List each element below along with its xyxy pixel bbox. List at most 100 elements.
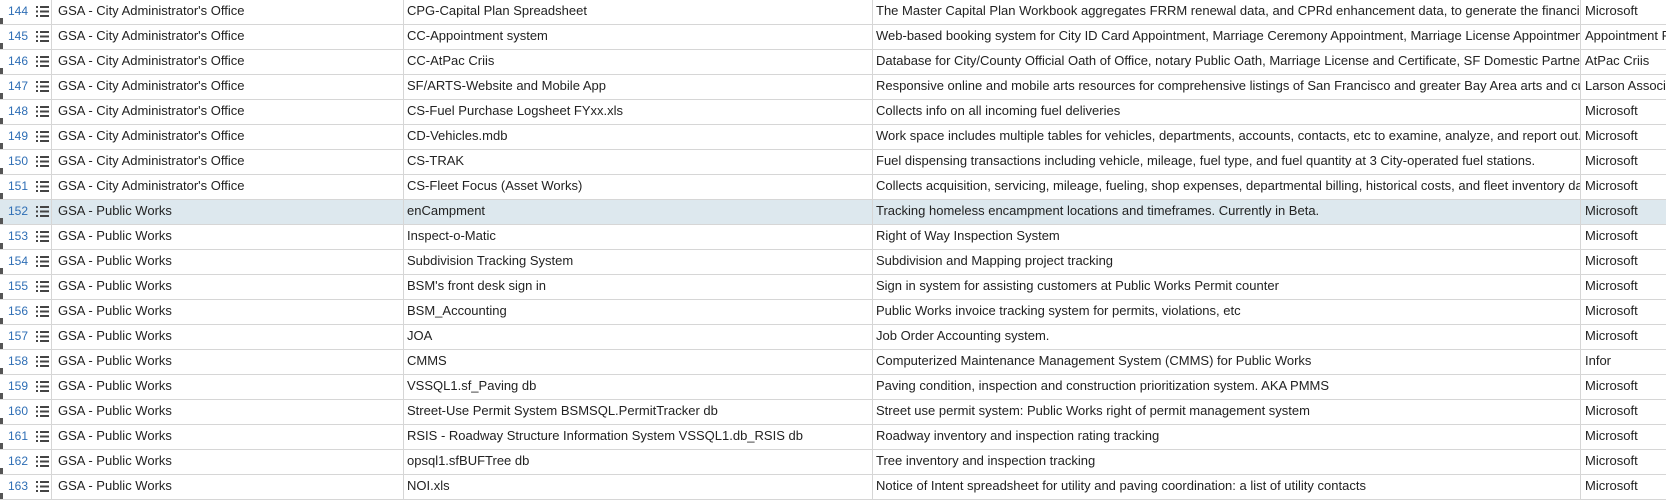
row-menu-icon[interactable] [32, 250, 52, 274]
cell-vendor[interactable]: Appointment Pr [1581, 25, 1666, 49]
cell-vendor[interactable]: AtPac Criis [1581, 50, 1666, 74]
cell-department[interactable]: GSA - City Administrator's Office [52, 100, 404, 124]
cell-vendor[interactable]: Microsoft [1581, 400, 1666, 424]
cell-system-name[interactable]: SF/ARTS-Website and Mobile App [404, 75, 873, 99]
row-menu-icon[interactable] [32, 200, 52, 224]
cell-description[interactable]: Street use permit system: Public Works r… [873, 400, 1581, 424]
row-number[interactable]: 153 [4, 225, 30, 249]
cell-vendor[interactable]: Microsoft [1581, 100, 1666, 124]
table-row[interactable]: 158 GSA - Public Works CMMS Computerized… [0, 350, 1666, 375]
cell-system-name[interactable]: enCampment [404, 200, 873, 224]
row-number[interactable]: 144 [4, 0, 30, 24]
row-menu-icon[interactable] [32, 175, 52, 199]
row-number[interactable]: 159 [4, 375, 30, 399]
cell-system-name[interactable]: NOI.xls [404, 475, 873, 499]
cell-description[interactable]: The Master Capital Plan Workbook aggrega… [873, 0, 1581, 24]
table-row[interactable]: 157 GSA - Public Works JOA Job Order Acc… [0, 325, 1666, 350]
cell-description[interactable]: Fuel dispensing transactions including v… [873, 150, 1581, 174]
cell-vendor[interactable]: Microsoft [1581, 325, 1666, 349]
table-row[interactable]: 155 GSA - Public Works BSM's front desk … [0, 275, 1666, 300]
cell-description[interactable]: Collects acquisition, servicing, mileage… [873, 175, 1581, 199]
cell-system-name[interactable]: CS-TRAK [404, 150, 873, 174]
cell-description[interactable]: Database for City/County Official Oath o… [873, 50, 1581, 74]
cell-department[interactable]: GSA - City Administrator's Office [52, 175, 404, 199]
cell-department[interactable]: GSA - City Administrator's Office [52, 0, 404, 24]
cell-department[interactable]: GSA - Public Works [52, 300, 404, 324]
row-menu-icon[interactable] [32, 450, 52, 474]
cell-department[interactable]: GSA - City Administrator's Office [52, 25, 404, 49]
cell-description[interactable]: Tracking homeless encampment locations a… [873, 200, 1581, 224]
row-menu-icon[interactable] [32, 300, 52, 324]
table-row[interactable]: 153 GSA - Public Works Inspect-o-Matic R… [0, 225, 1666, 250]
cell-department[interactable]: GSA - Public Works [52, 350, 404, 374]
table-row[interactable]: 152 GSA - Public Works enCampment Tracki… [0, 200, 1666, 225]
cell-description[interactable]: Right of Way Inspection System [873, 225, 1581, 249]
cell-vendor[interactable]: Microsoft [1581, 475, 1666, 499]
cell-system-name[interactable]: Subdivision Tracking System [404, 250, 873, 274]
cell-vendor[interactable]: Microsoft [1581, 250, 1666, 274]
row-number[interactable]: 152 [4, 200, 30, 224]
cell-department[interactable]: GSA - Public Works [52, 400, 404, 424]
table-row[interactable]: 151 GSA - City Administrator's Office CS… [0, 175, 1666, 200]
cell-system-name[interactable]: CPG-Capital Plan Spreadsheet [404, 0, 873, 24]
row-menu-icon[interactable] [32, 325, 52, 349]
row-number[interactable]: 147 [4, 75, 30, 99]
cell-description[interactable]: Job Order Accounting system. [873, 325, 1581, 349]
cell-vendor[interactable]: Larson Associa [1581, 75, 1666, 99]
cell-vendor[interactable]: Microsoft [1581, 225, 1666, 249]
row-menu-icon[interactable] [32, 150, 52, 174]
cell-system-name[interactable]: CS-Fleet Focus (Asset Works) [404, 175, 873, 199]
row-menu-icon[interactable] [32, 25, 52, 49]
cell-department[interactable]: GSA - City Administrator's Office [52, 125, 404, 149]
cell-department[interactable]: GSA - Public Works [52, 475, 404, 499]
cell-vendor[interactable]: Microsoft [1581, 300, 1666, 324]
table-row[interactable]: 146 GSA - City Administrator's Office CC… [0, 50, 1666, 75]
table-row[interactable]: 162 GSA - Public Works opsql1.sfBUFTree … [0, 450, 1666, 475]
row-number[interactable]: 151 [4, 175, 30, 199]
cell-system-name[interactable]: opsql1.sfBUFTree db [404, 450, 873, 474]
cell-description[interactable]: Computerized Maintenance Management Syst… [873, 350, 1581, 374]
cell-description[interactable]: Subdivision and Mapping project tracking [873, 250, 1581, 274]
row-number[interactable]: 155 [4, 275, 30, 299]
cell-vendor[interactable]: Infor [1581, 350, 1666, 374]
row-number[interactable]: 145 [4, 25, 30, 49]
row-menu-icon[interactable] [32, 225, 52, 249]
row-number[interactable]: 149 [4, 125, 30, 149]
row-number[interactable]: 156 [4, 300, 30, 324]
cell-system-name[interactable]: CMMS [404, 350, 873, 374]
table-row[interactable]: 148 GSA - City Administrator's Office CS… [0, 100, 1666, 125]
table-row[interactable]: 160 GSA - Public Works Street-Use Permit… [0, 400, 1666, 425]
table-row[interactable]: 161 GSA - Public Works RSIS - Roadway St… [0, 425, 1666, 450]
row-number[interactable]: 160 [4, 400, 30, 424]
cell-vendor[interactable]: Microsoft [1581, 175, 1666, 199]
cell-system-name[interactable]: RSIS - Roadway Structure Information Sys… [404, 425, 873, 449]
row-menu-icon[interactable] [32, 350, 52, 374]
cell-department[interactable]: GSA - City Administrator's Office [52, 50, 404, 74]
row-menu-icon[interactable] [32, 275, 52, 299]
table-row[interactable]: 156 GSA - Public Works BSM_Accounting Pu… [0, 300, 1666, 325]
cell-vendor[interactable]: Microsoft [1581, 125, 1666, 149]
cell-department[interactable]: GSA - City Administrator's Office [52, 75, 404, 99]
row-menu-icon[interactable] [32, 125, 52, 149]
row-number[interactable]: 163 [4, 475, 30, 499]
table-row[interactable]: 149 GSA - City Administrator's Office CD… [0, 125, 1666, 150]
cell-vendor[interactable]: Microsoft [1581, 150, 1666, 174]
cell-system-name[interactable]: BSM_Accounting [404, 300, 873, 324]
cell-description[interactable]: Tree inventory and inspection tracking [873, 450, 1581, 474]
cell-department[interactable]: GSA - Public Works [52, 325, 404, 349]
row-menu-icon[interactable] [32, 375, 52, 399]
cell-description[interactable]: Public Works invoice tracking system for… [873, 300, 1581, 324]
row-number[interactable]: 148 [4, 100, 30, 124]
cell-vendor[interactable]: Microsoft [1581, 425, 1666, 449]
cell-description[interactable]: Paving condition, inspection and constru… [873, 375, 1581, 399]
cell-system-name[interactable]: JOA [404, 325, 873, 349]
row-menu-icon[interactable] [32, 75, 52, 99]
cell-system-name[interactable]: BSM's front desk sign in [404, 275, 873, 299]
cell-system-name[interactable]: CD-Vehicles.mdb [404, 125, 873, 149]
cell-system-name[interactable]: CS-Fuel Purchase Logsheet FYxx.xls [404, 100, 873, 124]
cell-system-name[interactable]: Inspect-o-Matic [404, 225, 873, 249]
cell-system-name[interactable]: CC-AtPac Criis [404, 50, 873, 74]
row-number[interactable]: 154 [4, 250, 30, 274]
table-row[interactable]: 147 GSA - City Administrator's Office SF… [0, 75, 1666, 100]
cell-department[interactable]: GSA - Public Works [52, 425, 404, 449]
